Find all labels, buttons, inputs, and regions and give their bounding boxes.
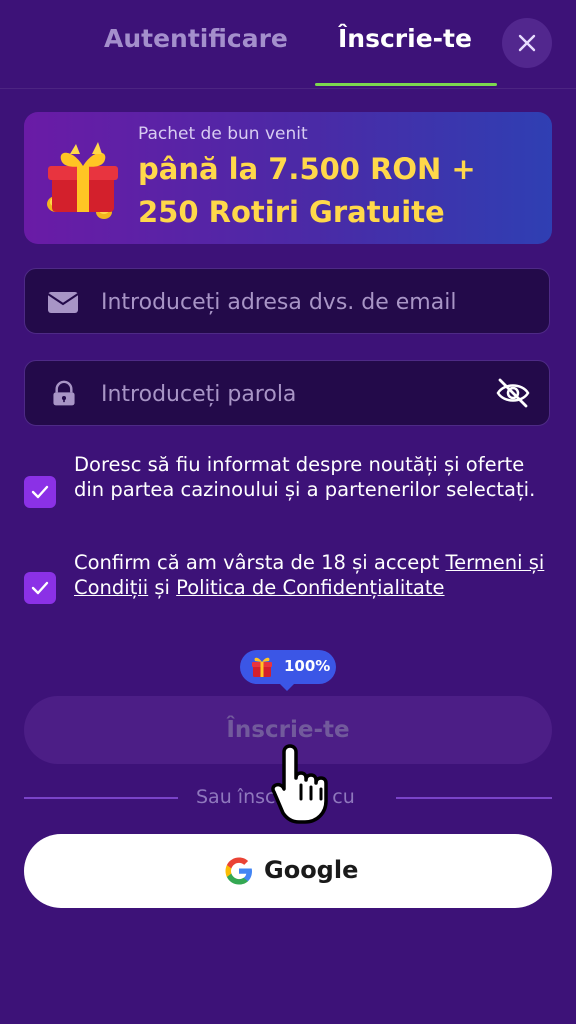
newsletter-checkbox[interactable] [24,476,56,508]
gift-icon [47,142,118,219]
eye-off-icon[interactable] [495,375,531,411]
divider-left [24,797,178,799]
terms-checkbox[interactable] [24,572,56,604]
privacy-link[interactable]: Politica de Confidențialitate [176,576,444,599]
close-icon [518,34,536,52]
email-field[interactable] [24,268,550,335]
gift-icon [252,657,272,677]
check-icon [31,485,49,499]
divider-right [396,797,552,799]
email-input[interactable] [99,269,503,335]
lock-icon [53,380,75,406]
bonus-subtitle: Pachet de bun venit [138,124,308,144]
newsletter-label: Doresc să fiu informat despre noutăți și… [74,453,536,501]
check-icon [31,581,49,595]
google-signup-button[interactable]: Google [24,834,552,908]
terms-prefix: Confirm că am vârsta de 18 și accept [74,551,446,574]
google-logo-icon [225,857,252,885]
google-label: Google [264,856,359,884]
close-button[interactable] [502,18,552,68]
password-field[interactable] [24,360,550,427]
hand-pointer-icon [271,744,328,824]
envelope-icon [47,292,79,313]
active-tab-indicator [315,83,497,86]
signup-screen: Autentificare Înscrie-te Pachet de bun v… [0,0,576,1024]
tab-signup[interactable]: Înscrie-te [338,24,472,53]
welcome-bonus-banner[interactable]: Pachet de bun venit până la 7.500 RON + … [24,112,552,244]
tooltip-arrow [278,682,296,691]
progress-tooltip: 100% [240,650,336,691]
tab-login[interactable]: Autentificare [104,24,288,53]
password-input[interactable] [99,361,503,427]
terms-and: și [148,576,177,599]
progress-value: 100% [284,657,331,675]
auth-tabs: Autentificare Înscrie-te [0,0,576,89]
terms-label: Confirm că am vârsta de 18 și accept Ter… [74,550,558,600]
bonus-title: până la 7.500 RON + 250 Rotiri Gratuite [138,152,476,229]
